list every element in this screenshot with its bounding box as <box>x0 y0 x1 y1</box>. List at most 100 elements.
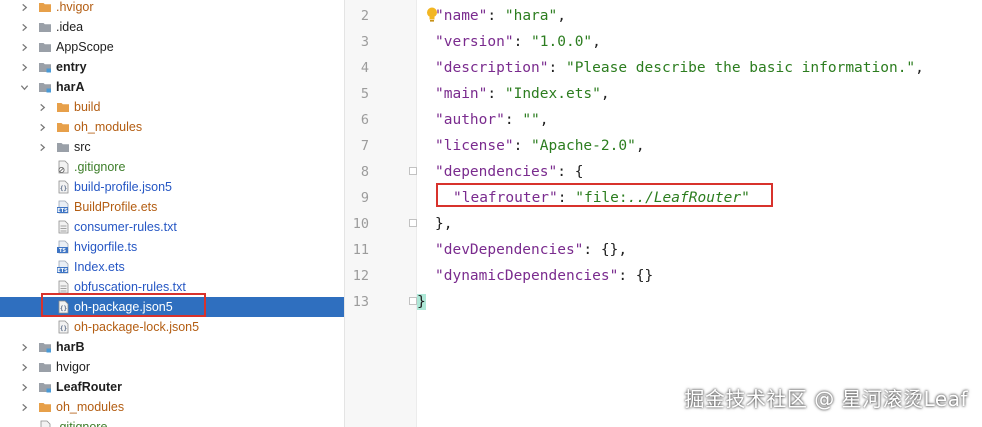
folder-icon <box>38 40 52 54</box>
fold-marker-icon[interactable] <box>409 297 417 305</box>
folder-orange-icon <box>56 120 70 134</box>
tree-item-label: oh_modules <box>56 400 125 414</box>
chevron-down-icon[interactable] <box>18 77 30 97</box>
tree-item[interactable]: .gitignore <box>0 417 344 427</box>
tree-item[interactable]: oh_modules <box>0 397 344 417</box>
tree-item[interactable]: {} build-profile.json5 <box>0 177 344 197</box>
chevron-right-icon[interactable] <box>36 137 48 157</box>
tree-item[interactable]: consumer-rules.txt <box>0 217 344 237</box>
chevron-right-icon[interactable] <box>36 117 48 137</box>
tree-item-label: entry <box>56 60 87 74</box>
line-number: 6 <box>360 112 369 128</box>
line-number: 8 <box>360 164 369 180</box>
line-number: 12 <box>352 268 369 284</box>
folder-orange-icon <box>56 100 70 114</box>
tree-item-label: .gitignore <box>56 420 108 427</box>
lightbulb-icon[interactable] <box>425 6 439 24</box>
line-number: 9 <box>360 190 369 206</box>
chevron-right-icon[interactable] <box>18 17 30 37</box>
tree-item-label: build <box>74 100 101 114</box>
code-line-8: "dependencies": { <box>435 164 584 180</box>
tree-item-label: harA <box>56 80 85 94</box>
tree-item[interactable]: src <box>0 137 344 157</box>
ts-file-icon: TS <box>56 240 70 254</box>
tree-item[interactable]: .hvigor <box>0 0 344 17</box>
chevron-right-icon[interactable] <box>36 97 48 117</box>
tree-item-label: harB <box>56 340 85 354</box>
folder-icon <box>56 140 70 154</box>
tree-item[interactable]: build <box>0 97 344 117</box>
module-folder-icon <box>38 80 52 94</box>
tree-item[interactable]: TS hvigorfile.ts <box>0 237 344 257</box>
project-tree: .hvigor .idea AppScope entry harA build oh_mod… <box>0 0 345 427</box>
highlight-box-code <box>436 183 773 207</box>
line-number: 13 <box>352 294 369 310</box>
ets-file-icon: ETS <box>56 200 70 214</box>
tree-item-label: LeafRouter <box>56 380 122 394</box>
tree-item[interactable]: .gitignore <box>0 157 344 177</box>
folder-icon <box>38 360 52 374</box>
tree-item[interactable]: AppScope <box>0 37 344 57</box>
json5-file-icon: {} <box>56 180 70 194</box>
tree-item[interactable]: {} oh-package-lock.json5 <box>0 317 344 337</box>
line-number: 4 <box>360 60 369 76</box>
code-line-3: "version": "1.0.0", <box>435 34 601 50</box>
tree-item[interactable]: harB <box>0 337 344 357</box>
folder-orange-icon <box>38 0 52 14</box>
line-number: 11 <box>352 242 369 258</box>
tree-item-label: BuildProfile.ets <box>74 200 158 214</box>
chevron-right-icon[interactable] <box>18 377 30 397</box>
tree-item-label: Index.ets <box>74 260 125 274</box>
tree-item-label: build-profile.json5 <box>74 180 172 194</box>
tree-item[interactable]: harA <box>0 77 344 97</box>
json5-file-icon: {} <box>56 320 70 334</box>
code-line-10: }, <box>435 216 453 232</box>
code-line-6: "author": "", <box>435 112 549 128</box>
tree-item-label: .idea <box>56 20 84 34</box>
tree-item-label: .gitignore <box>74 160 126 174</box>
chevron-right-icon[interactable] <box>18 357 30 377</box>
code-line-13: } <box>417 294 426 310</box>
gitignore-file-icon <box>38 420 52 427</box>
tree-item-label: consumer-rules.txt <box>74 220 177 234</box>
chevron-right-icon[interactable] <box>18 37 30 57</box>
folder-icon <box>38 20 52 34</box>
text-file-icon <box>56 280 70 294</box>
code-line-4: "description": "Please describe the basi… <box>435 60 924 76</box>
chevron-right-icon[interactable] <box>18 337 30 357</box>
chevron-right-icon[interactable] <box>18 0 30 17</box>
watermark: 掘金技术社区 @ 星河滚烫Leaf <box>684 387 968 411</box>
tree-item[interactable]: oh_modules <box>0 117 344 137</box>
gitignore-file-icon <box>56 160 70 174</box>
line-number: 7 <box>360 138 369 154</box>
code-line-11: "devDependencies": {}, <box>435 242 628 258</box>
module-folder-icon <box>38 60 52 74</box>
fold-gutter <box>405 0 417 427</box>
tree-item[interactable]: LeafRouter <box>0 377 344 397</box>
code-line-2: "name": "hara", <box>435 8 566 24</box>
tree-item-label: hvigor <box>56 360 91 374</box>
svg-text:TS: TS <box>59 248 66 254</box>
fold-marker-icon[interactable] <box>409 167 417 175</box>
tree-item-label: hvigorfile.ts <box>74 240 138 254</box>
tree-item[interactable]: .idea <box>0 17 344 37</box>
chevron-right-icon[interactable] <box>18 397 30 417</box>
tree-item[interactable]: hvigor <box>0 357 344 377</box>
tree-item-label: .hvigor <box>56 0 94 14</box>
folder-orange-icon <box>38 400 52 414</box>
tree-item-label: AppScope <box>56 40 114 54</box>
tree-item[interactable]: entry <box>0 57 344 77</box>
tree-item[interactable]: ETS Index.ets <box>0 257 344 277</box>
tree-item-label: oh-package-lock.json5 <box>74 320 200 334</box>
chevron-right-icon[interactable] <box>18 57 30 77</box>
svg-text:ETS: ETS <box>57 208 68 214</box>
line-number: 10 <box>352 216 369 232</box>
tree-item-label: src <box>74 140 91 154</box>
code-editor[interactable]: 2 3 4 5 6 7 8 9 10 11 12 13 "name": "har… <box>345 0 982 427</box>
module-folder-icon <box>38 340 52 354</box>
line-number: 3 <box>360 34 369 50</box>
tree-item[interactable]: ETS BuildProfile.ets <box>0 197 344 217</box>
tree-item-label: oh_modules <box>74 120 143 134</box>
fold-marker-icon[interactable] <box>409 219 417 227</box>
svg-text:ETS: ETS <box>57 268 68 274</box>
